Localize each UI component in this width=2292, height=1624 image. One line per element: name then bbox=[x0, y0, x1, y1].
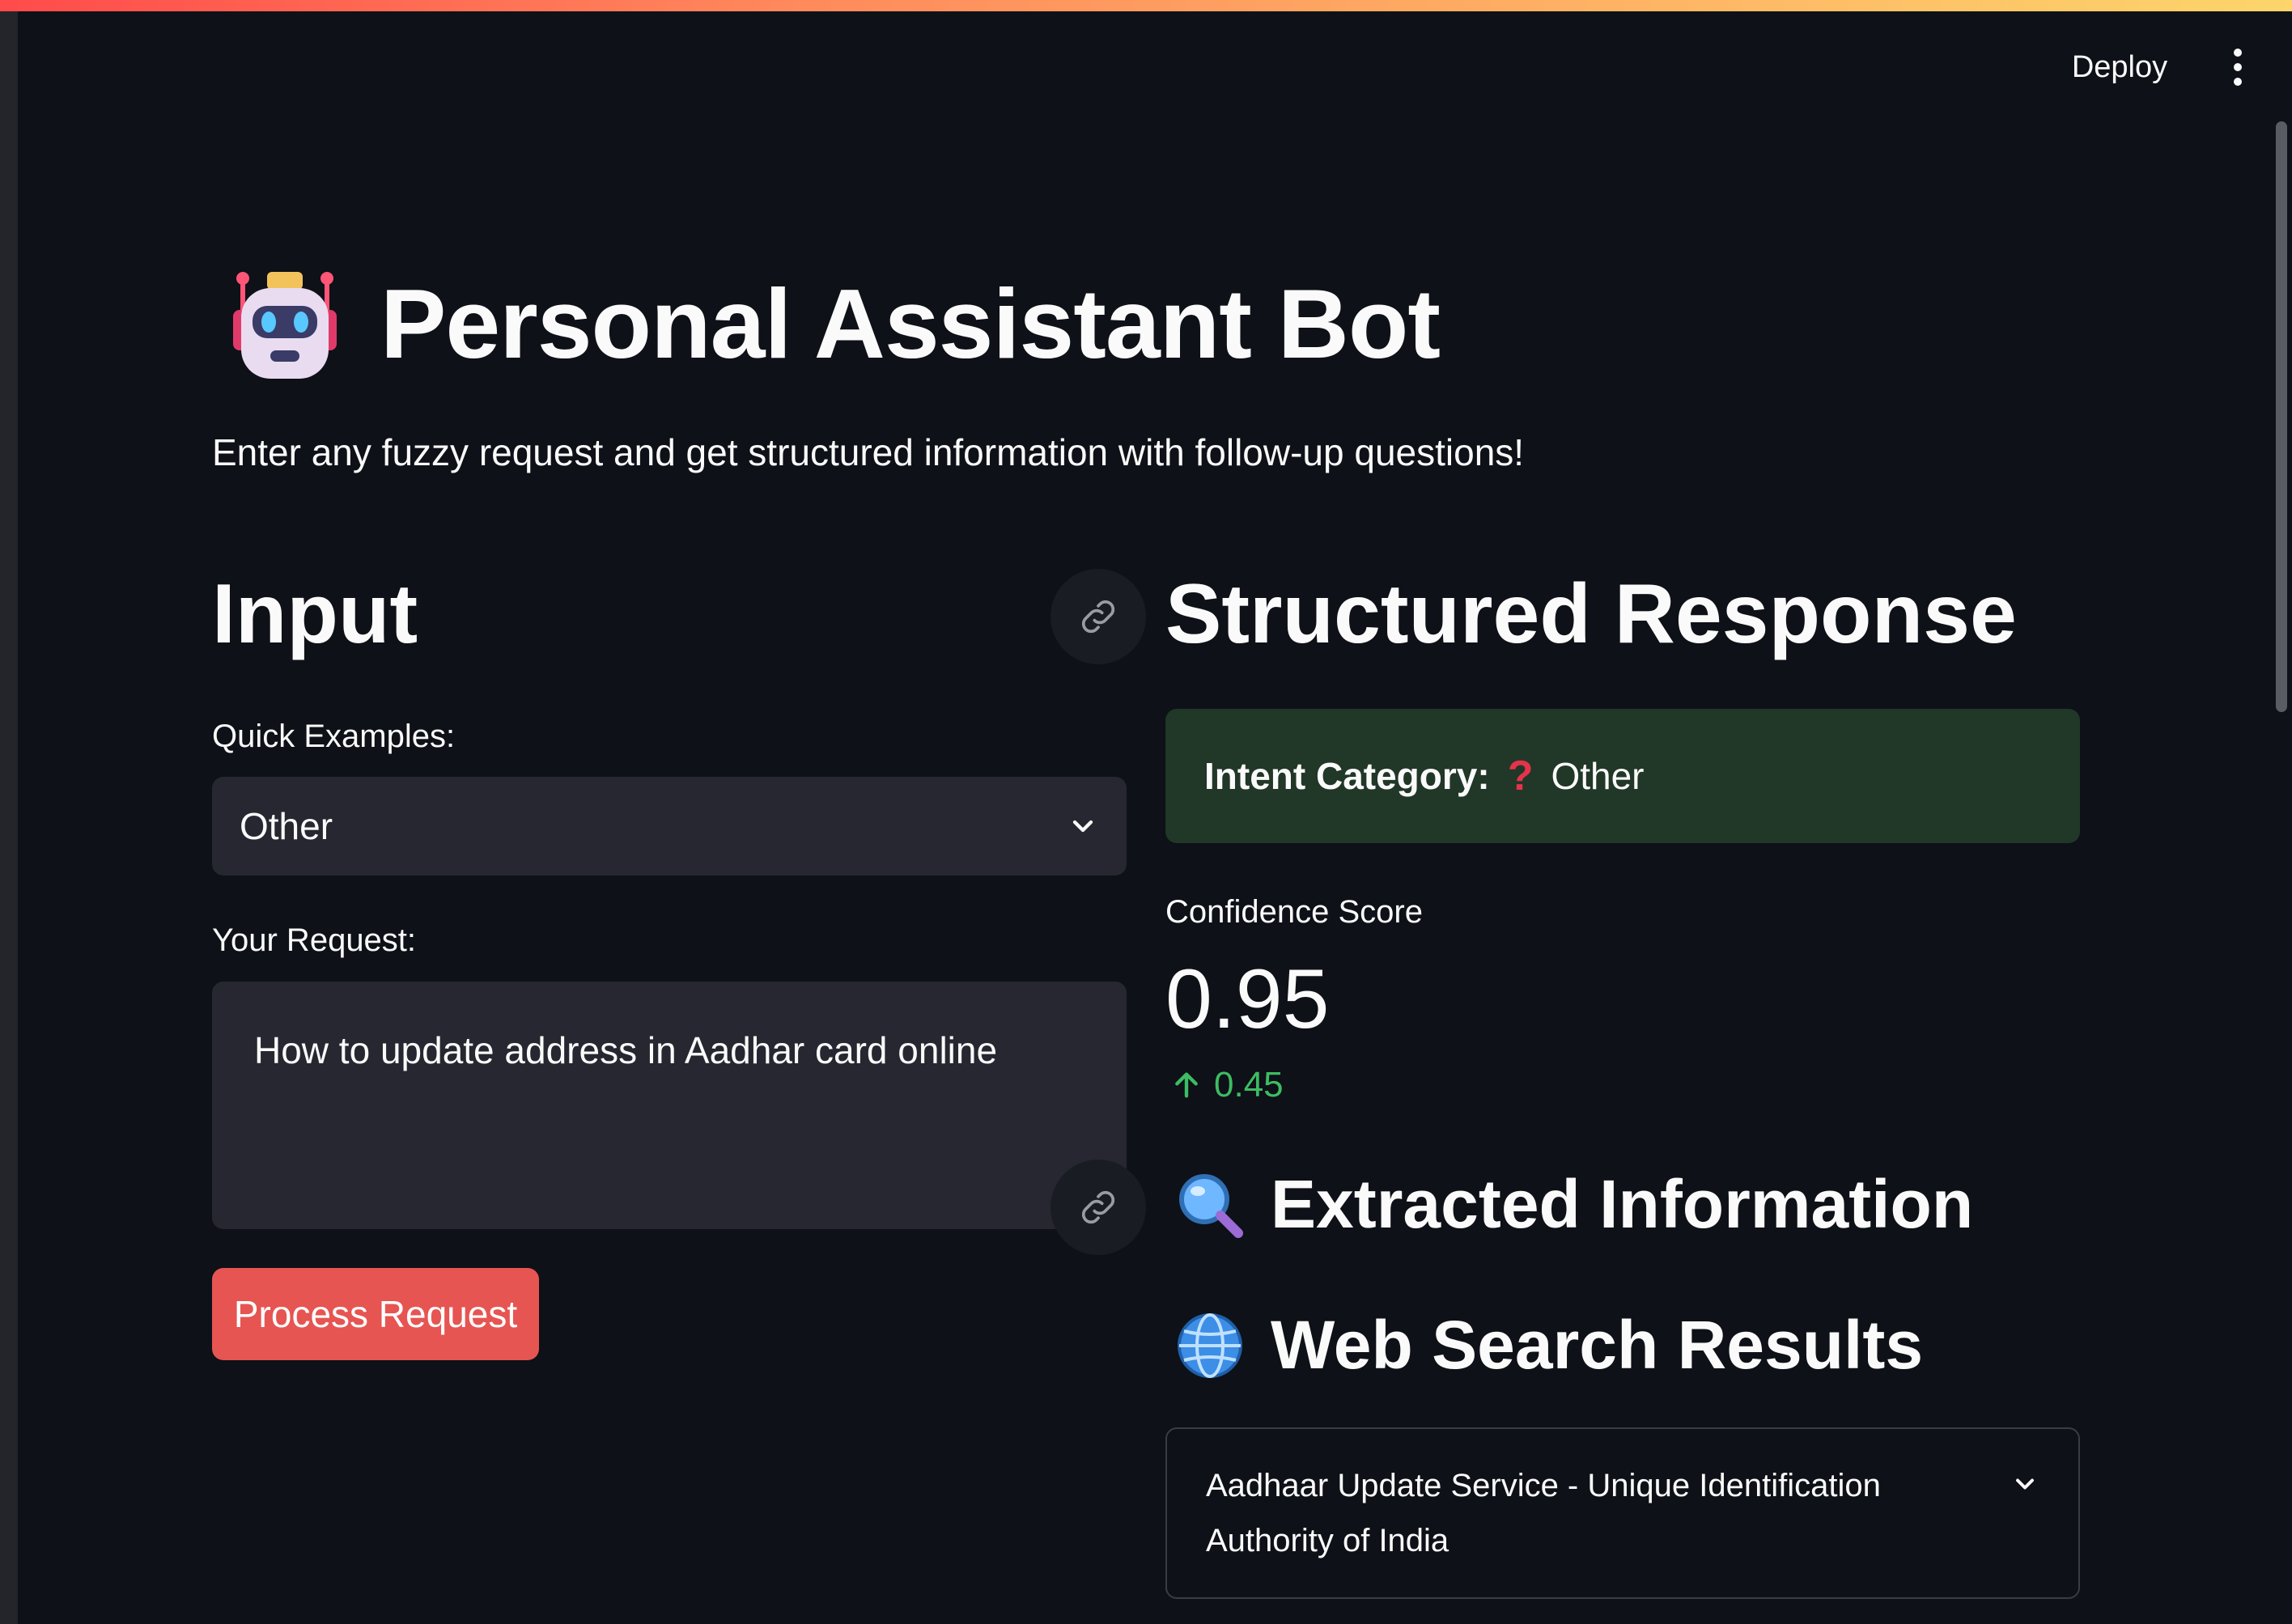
request-text: How to update address in Aadhar card onl… bbox=[254, 1029, 998, 1071]
request-textarea[interactable]: How to update address in Aadhar card onl… bbox=[212, 982, 1127, 1229]
top-decoration-bar bbox=[0, 0, 2292, 11]
confidence-label: Confidence Score bbox=[1165, 894, 1423, 930]
page-title: Personal Assistant Bot bbox=[380, 269, 1441, 379]
intent-label: Intent Category: bbox=[1204, 755, 1490, 797]
extracted-information-heading: Extracted Information bbox=[1174, 1165, 1973, 1244]
title-row: Personal Assistant Bot bbox=[228, 259, 1441, 388]
textarea-anchor-link[interactable] bbox=[1050, 1160, 1146, 1255]
chevron-down-icon bbox=[1072, 820, 1093, 833]
confidence-delta: 0.45 bbox=[1170, 1065, 1284, 1105]
link-icon bbox=[1081, 1190, 1115, 1224]
process-request-button[interactable]: Process Request bbox=[212, 1268, 539, 1360]
arrow-up-icon bbox=[1175, 1072, 1198, 1098]
confidence-delta-value: 0.45 bbox=[1214, 1065, 1284, 1105]
web-result-expander[interactable]: Aadhaar Update Service - Unique Identifi… bbox=[1165, 1427, 2080, 1599]
intent-value: Other bbox=[1551, 755, 1645, 797]
web-search-results-title: Web Search Results bbox=[1271, 1307, 1924, 1383]
confidence-value: 0.95 bbox=[1165, 952, 1330, 1046]
request-label: Your Request: bbox=[212, 922, 417, 958]
vertical-ellipsis-icon bbox=[2234, 49, 2242, 57]
globe-icon bbox=[1178, 1312, 1242, 1378]
quick-examples-value: Other bbox=[240, 805, 333, 847]
input-heading: Input bbox=[212, 567, 418, 661]
magnifier-icon bbox=[1179, 1173, 1243, 1238]
web-search-results-heading: Web Search Results bbox=[1174, 1306, 1923, 1384]
page-subtitle: Enter any fuzzy request and get structur… bbox=[212, 431, 1525, 473]
quick-examples-label: Quick Examples: bbox=[212, 719, 456, 754]
main-menu-button[interactable] bbox=[2218, 42, 2258, 92]
deploy-button[interactable]: Deploy bbox=[2043, 42, 2196, 92]
left-edge-rail bbox=[0, 11, 18, 1624]
heading-anchor-link[interactable] bbox=[1050, 569, 1146, 664]
link-icon bbox=[1081, 600, 1115, 634]
scrollbar-thumb[interactable] bbox=[2276, 121, 2287, 712]
chevron-down-icon bbox=[2016, 1478, 2034, 1490]
web-result-title: Aadhaar Update Service - Unique Identifi… bbox=[1206, 1468, 1881, 1558]
intent-category-box: Intent Category: ? Other bbox=[1165, 709, 2080, 843]
quick-examples-select[interactable]: Other bbox=[212, 777, 1127, 876]
question-mark-icon: ? bbox=[1507, 753, 1534, 799]
structured-response-heading: Structured Response bbox=[1165, 567, 2017, 661]
extracted-information-title: Extracted Information bbox=[1271, 1166, 1974, 1242]
robot-icon bbox=[228, 265, 342, 383]
